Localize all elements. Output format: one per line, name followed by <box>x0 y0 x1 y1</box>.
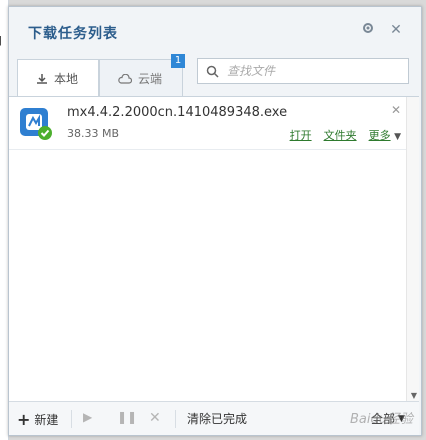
cloud-icon <box>118 73 132 84</box>
delete-icon: ✕ <box>149 410 161 426</box>
search-icon <box>206 65 219 78</box>
maxthon-app-icon <box>19 107 53 141</box>
tab-local[interactable]: 本地 <box>17 59 99 97</box>
clear-completed-button[interactable]: 清除已完成 <box>187 410 247 427</box>
tab-local-label: 本地 <box>54 72 79 86</box>
divider <box>71 410 72 428</box>
pause-button[interactable]: ❚❚ <box>117 410 137 424</box>
divider <box>175 410 176 428</box>
file-size: 38.33 MB <box>67 127 120 140</box>
more-menu[interactable]: 更多 ▼ <box>369 127 401 143</box>
search-box[interactable] <box>197 58 409 84</box>
delete-button[interactable]: ✕ <box>149 410 161 426</box>
more-label: 更多 <box>368 129 391 142</box>
new-task-button[interactable]: + 新建 <box>17 410 58 429</box>
download-list: mx4.4.2.2000cn.1410489348.exe 38.33 MB ✕… <box>9 96 419 402</box>
scrollbar[interactable]: ▼ <box>406 97 419 402</box>
clear-completed-label: 清除已完成 <box>187 412 248 426</box>
download-panel: 下载任务列表 ✕ 本地 云端 1 查找文件 mx4.4.2.2000cn.141… <box>8 6 422 436</box>
gear-icon <box>363 23 373 33</box>
close-icon: ✕ <box>390 22 402 38</box>
cloud-count-badge: 1 <box>171 54 185 68</box>
open-folder-link[interactable]: 文件夹 <box>324 127 357 143</box>
item-actions: 打开 文件夹 更多 ▼ <box>290 127 401 143</box>
play-icon: ▶ <box>83 410 93 424</box>
scroll-down-arrow-icon[interactable]: ▼ <box>411 391 417 400</box>
download-item[interactable]: mx4.4.2.2000cn.1410489348.exe 38.33 MB ✕… <box>9 97 407 150</box>
remove-item-button[interactable]: ✕ <box>391 103 401 117</box>
new-task-label: 新建 <box>34 413 59 427</box>
background-text-fragment: ▏ <box>0 36 6 46</box>
watermark: Baidu经验 <box>350 412 413 427</box>
search-input[interactable] <box>225 63 399 79</box>
window-title: 下载任务列表 <box>28 26 118 42</box>
start-button[interactable]: ▶ <box>83 410 92 424</box>
open-link[interactable]: 打开 <box>290 127 312 143</box>
bottom-toolbar: + 新建 ▶ ❚❚ ✕ 清除已完成 全部 ▼ Baidu经验 <box>9 401 419 435</box>
settings-button[interactable] <box>359 21 377 39</box>
close-button[interactable]: ✕ <box>387 21 405 39</box>
download-icon <box>36 73 48 85</box>
file-name: mx4.4.2.2000cn.1410489348.exe <box>67 105 288 120</box>
plus-icon: + <box>17 410 31 429</box>
tab-cloud-label: 云端 <box>138 72 163 86</box>
close-icon: ✕ <box>390 103 401 117</box>
pause-icon: ❚❚ <box>117 410 138 424</box>
dropdown-arrow-icon: ▼ <box>394 132 401 142</box>
